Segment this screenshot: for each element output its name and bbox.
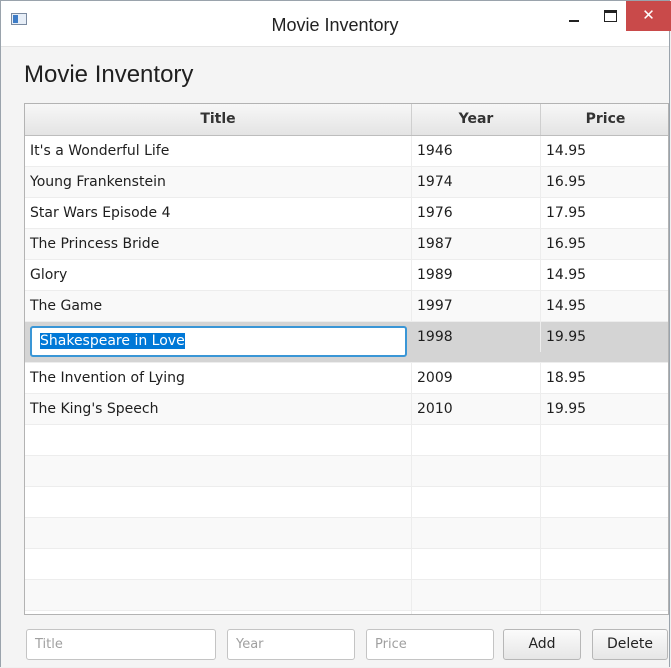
empty-cell (25, 518, 412, 548)
column-header-year[interactable]: Year (412, 104, 541, 135)
title-input[interactable]: Title (26, 629, 216, 660)
table-row[interactable]: Young Frankenstein 1974 16.95 (25, 167, 668, 198)
empty-cell (412, 425, 541, 455)
title-cell[interactable]: Star Wars Episode 4 (25, 198, 412, 228)
table-row[interactable]: Glory 1989 14.95 (25, 260, 668, 291)
price-cell[interactable]: 16.95 (541, 167, 668, 197)
empty-cell (541, 580, 668, 610)
price-cell[interactable]: 16.95 (541, 229, 668, 259)
empty-cell (412, 549, 541, 579)
selected-text: Shakespeare in Love (40, 333, 185, 349)
price-cell[interactable]: 19.95 (541, 394, 668, 424)
add-movie-form: Title Year Price Add Delete (1, 629, 669, 661)
title-cell[interactable]: The Princess Bride (25, 229, 412, 259)
column-header-title[interactable]: Title (25, 104, 412, 135)
empty-row (25, 549, 668, 580)
column-header-price[interactable]: Price (541, 104, 668, 135)
price-input[interactable]: Price (366, 629, 494, 660)
empty-row (25, 580, 668, 611)
table-row-selected[interactable]: Shakespeare in Love 1998 19.95 (25, 322, 668, 363)
table-row[interactable]: The Game 1997 14.95 (25, 291, 668, 322)
title-cell[interactable]: Glory (25, 260, 412, 290)
empty-cell (412, 518, 541, 548)
delete-button[interactable]: Delete (592, 629, 668, 660)
empty-cell (541, 425, 668, 455)
year-cell[interactable]: 1946 (412, 136, 541, 166)
year-cell[interactable]: 1976 (412, 198, 541, 228)
year-cell[interactable]: 2009 (412, 363, 541, 393)
price-cell[interactable]: 14.95 (541, 136, 668, 166)
table-row[interactable]: The Invention of Lying 2009 18.95 (25, 363, 668, 394)
year-cell[interactable]: 1998 (412, 322, 541, 352)
app-window: Movie Inventory ✕ Movie Inventory Title … (0, 0, 671, 667)
price-cell[interactable]: 17.95 (541, 198, 668, 228)
empty-cell (412, 611, 541, 614)
empty-cell (25, 549, 412, 579)
table-row[interactable]: The King's Speech 2010 19.95 (25, 394, 668, 425)
empty-cell (25, 456, 412, 486)
title-cell[interactable]: It's a Wonderful Life (25, 136, 412, 166)
year-cell[interactable]: 1989 (412, 260, 541, 290)
empty-cell (541, 518, 668, 548)
empty-cell (25, 425, 412, 455)
title-cell[interactable]: The King's Speech (25, 394, 412, 424)
movie-table[interactable]: Title Year Price It's a Wonderful Life 1… (24, 103, 669, 615)
minimize-button[interactable] (558, 1, 590, 31)
title-edit-input[interactable]: Shakespeare in Love (30, 326, 407, 357)
close-button[interactable]: ✕ (626, 1, 671, 31)
empty-cell (541, 549, 668, 579)
price-cell[interactable]: 14.95 (541, 291, 668, 321)
add-button[interactable]: Add (503, 629, 581, 660)
empty-cell (541, 611, 668, 614)
price-cell[interactable]: 19.95 (541, 322, 668, 352)
table-row[interactable]: The Princess Bride 1987 16.95 (25, 229, 668, 260)
empty-row (25, 425, 668, 456)
empty-cell (25, 487, 412, 517)
year-cell[interactable]: 1997 (412, 291, 541, 321)
page-title: Movie Inventory (24, 61, 194, 88)
title-cell[interactable]: The Invention of Lying (25, 363, 412, 393)
close-icon: ✕ (642, 6, 655, 24)
year-cell[interactable]: 1974 (412, 167, 541, 197)
price-cell[interactable]: 14.95 (541, 260, 668, 290)
empty-row (25, 456, 668, 487)
empty-cell (412, 456, 541, 486)
empty-row (25, 611, 668, 614)
empty-cell (412, 580, 541, 610)
title-cell[interactable]: Young Frankenstein (25, 167, 412, 197)
maximize-button[interactable] (594, 1, 626, 31)
year-input[interactable]: Year (227, 629, 355, 660)
year-cell[interactable]: 1987 (412, 229, 541, 259)
year-cell[interactable]: 2010 (412, 394, 541, 424)
empty-cell (541, 456, 668, 486)
empty-cell (25, 580, 412, 610)
empty-cell (25, 611, 412, 614)
table-header: Title Year Price (25, 104, 668, 136)
empty-row (25, 518, 668, 549)
table-row[interactable]: It's a Wonderful Life 1946 14.95 (25, 136, 668, 167)
table-row[interactable]: Star Wars Episode 4 1976 17.95 (25, 198, 668, 229)
title-cell[interactable]: The Game (25, 291, 412, 321)
empty-row (25, 487, 668, 518)
title-bar[interactable]: Movie Inventory ✕ (1, 1, 671, 47)
empty-cell (541, 487, 668, 517)
empty-cell (412, 487, 541, 517)
price-cell[interactable]: 18.95 (541, 363, 668, 393)
table-body: It's a Wonderful Life 1946 14.95 Young F… (25, 136, 668, 614)
